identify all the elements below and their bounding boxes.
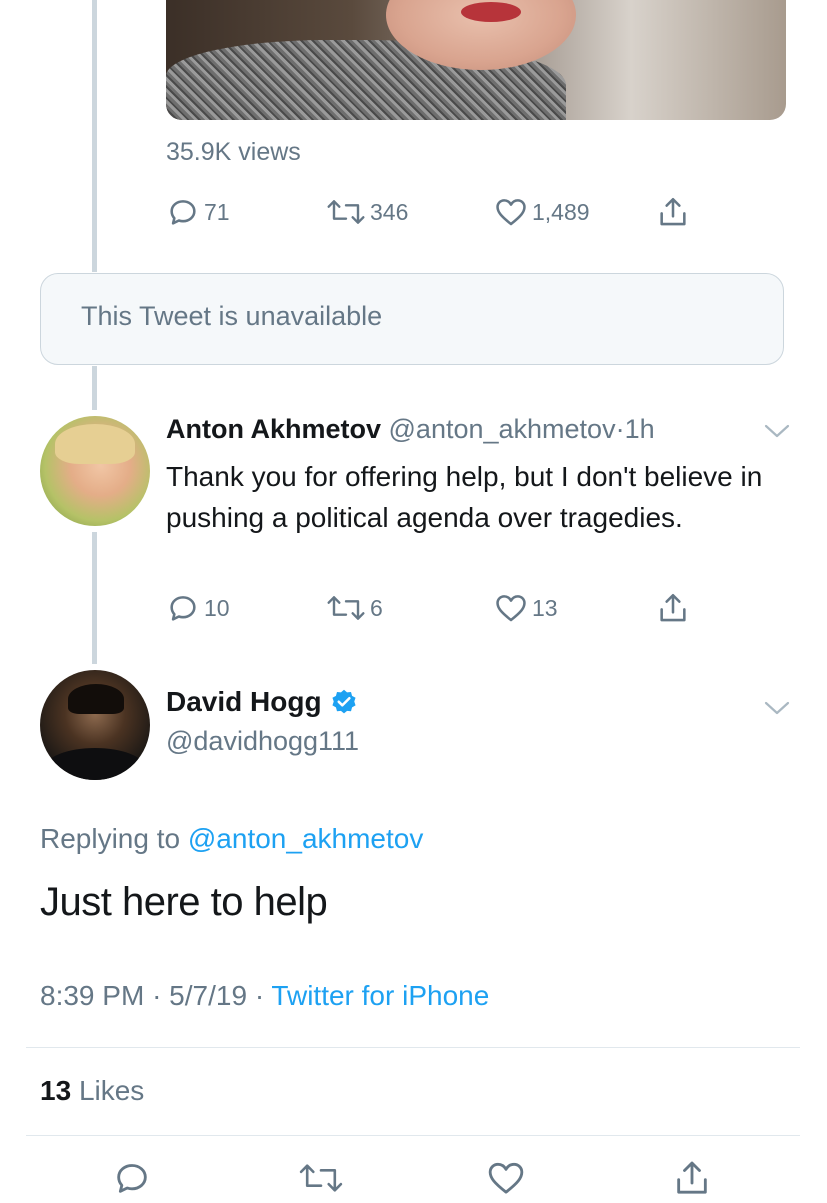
like-button[interactable]: 13 <box>494 591 558 625</box>
author-name[interactable]: David Hogg <box>166 686 322 718</box>
author-name[interactable]: Anton Akhmetov <box>166 414 381 444</box>
unavailable-tweet-card: This Tweet is unavailable <box>40 273 784 365</box>
heart-icon <box>494 591 528 625</box>
tweet-header: Anton Akhmetov @anton_akhmetov·1h <box>166 414 655 445</box>
avatar[interactable] <box>40 416 150 526</box>
reply-button[interactable]: 71 <box>166 195 230 229</box>
reply-icon <box>166 591 200 625</box>
retweet-icon <box>326 591 366 625</box>
retweet-count: 6 <box>370 594 383 621</box>
reply-count: 71 <box>204 198 230 225</box>
video-thumbnail[interactable] <box>166 0 786 120</box>
video-view-count: 35.9K views <box>166 138 301 166</box>
replying-to-line: Replying to @anton_akhmetov <box>40 823 423 855</box>
like-count: 13 <box>532 594 558 621</box>
tweet-text: Thank you for offering help, but I don't… <box>166 461 763 533</box>
divider <box>26 1047 800 1048</box>
main-tweet-action-bar <box>0 1158 827 1200</box>
like-button[interactable] <box>486 1158 526 1203</box>
reply-count: 10 <box>204 594 230 621</box>
retweet-button[interactable]: 6 <box>326 591 383 625</box>
chevron-down-icon[interactable] <box>764 423 790 439</box>
tweet-client-link[interactable]: Twitter for iPhone <box>271 980 489 1011</box>
divider <box>26 1135 800 1136</box>
reply-button[interactable] <box>112 1158 152 1203</box>
chevron-down-icon[interactable] <box>764 700 790 716</box>
share-icon <box>672 1161 712 1202</box>
meta-separator: · <box>152 980 162 1011</box>
share-button[interactable] <box>656 195 690 229</box>
retweet-count: 346 <box>370 198 409 225</box>
tweet-text: Just here to help <box>40 880 328 924</box>
author-name-row: David Hogg <box>166 686 358 718</box>
retweet-icon <box>326 195 366 229</box>
reply-button[interactable]: 10 <box>166 591 230 625</box>
heart-icon <box>486 1162 526 1202</box>
meta-separator: · <box>254 980 265 1011</box>
tweet-date: 5/7/19 <box>169 980 248 1011</box>
retweet-button[interactable] <box>298 1158 344 1203</box>
likes-count: 13 <box>40 1075 72 1106</box>
reply-icon <box>166 195 200 229</box>
thread-connector-bottom <box>92 532 97 664</box>
video-frame-lips <box>461 2 521 22</box>
header-separator: · <box>615 414 625 444</box>
tweet-meta: 8:39 PM · 5/7/19 · Twitter for iPhone <box>40 980 489 1012</box>
likes-summary[interactable]: 13 Likes <box>40 1075 144 1107</box>
share-icon <box>656 195 690 229</box>
reply-icon <box>112 1164 152 1202</box>
unavailable-tweet-text: This Tweet is unavailable <box>81 301 383 331</box>
retweet-button[interactable]: 346 <box>326 195 408 229</box>
share-icon <box>656 591 690 625</box>
thread-connector-middle <box>92 366 97 410</box>
thread-connector-top <box>92 0 97 272</box>
share-button[interactable] <box>656 591 690 625</box>
retweet-icon <box>298 1164 344 1202</box>
tweet-time: 8:39 PM <box>40 980 145 1011</box>
likes-label: Likes <box>78 1075 145 1106</box>
avatar-shirt <box>45 748 145 780</box>
replying-to-link[interactable]: @anton_akhmetov <box>188 823 423 854</box>
like-button[interactable]: 1,489 <box>494 195 590 229</box>
replying-to-label: Replying to <box>40 823 181 854</box>
author-handle[interactable]: @davidhogg111 <box>166 726 359 757</box>
avatar-hair <box>55 424 135 464</box>
tweet-action-bar: 10 6 13 <box>166 591 706 627</box>
author-handle[interactable]: @anton_akhmetov <box>389 414 616 444</box>
tweet-action-bar: 71 346 1,489 <box>166 195 706 231</box>
avatar-hair <box>68 684 124 714</box>
tweet-timestamp[interactable]: 1h <box>625 414 655 444</box>
share-button[interactable] <box>672 1158 712 1203</box>
heart-icon <box>494 195 528 229</box>
like-count: 1,489 <box>532 198 590 225</box>
verified-badge-icon <box>330 688 358 716</box>
avatar[interactable] <box>40 670 150 780</box>
